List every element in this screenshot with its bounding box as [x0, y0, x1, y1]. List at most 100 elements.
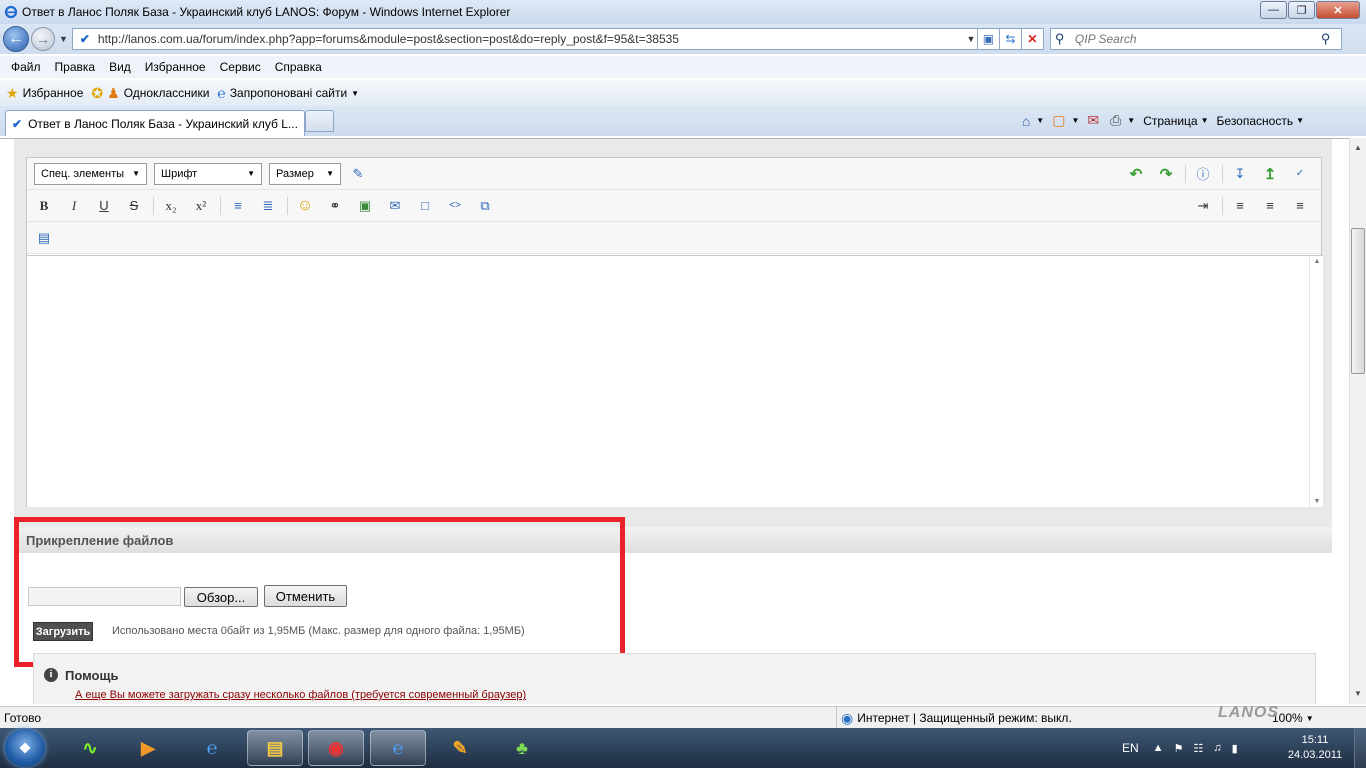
- special-elements-select[interactable]: Спец. элементы ▼: [34, 162, 147, 185]
- search-icon[interactable]: ⚲: [1321, 31, 1341, 47]
- menu-edit[interactable]: Правка: [48, 60, 103, 74]
- code-icon[interactable]: <>: [442, 195, 468, 217]
- message-textarea[interactable]: ▲ ▼: [27, 255, 1323, 507]
- numbered-list-icon[interactable]: ≣: [255, 195, 281, 217]
- scroll-up-icon[interactable]: ▲: [1310, 258, 1324, 265]
- upload-button[interactable]: Загрузить: [33, 622, 93, 641]
- multi-upload-link[interactable]: А еще Вы можете загружать сразу нескольк…: [75, 689, 526, 701]
- home-button[interactable]: ⌂ ▼: [1022, 113, 1044, 129]
- font-select[interactable]: Шрифт ▼: [154, 162, 262, 185]
- link-icon[interactable]: ⚭: [322, 195, 348, 217]
- undo-icon[interactable]: ↶: [1123, 163, 1149, 185]
- scroll-down-icon[interactable]: ▼: [1350, 686, 1366, 702]
- safety-menu[interactable]: Безопасность ▼: [1217, 114, 1304, 128]
- redo-icon[interactable]: ↷: [1153, 163, 1179, 185]
- file-path-input[interactable]: [28, 587, 181, 606]
- editor-area: Спец. элементы ▼ Шрифт ▼ Размер ▼ ✎ ↶ ↷ ⓘ ↧…: [14, 139, 1332, 527]
- window-controls: — ❐ ✕: [1259, 1, 1360, 19]
- favorite-suggested-sites[interactable]: ℮ Запропоновані сайти ▼: [217, 85, 359, 101]
- volume-icon[interactable]: ♫: [1213, 742, 1221, 754]
- taskbar-qip-icon[interactable]: ♣: [494, 730, 550, 766]
- taskbar-ie-active-icon[interactable]: ℮: [370, 730, 426, 766]
- align-left-icon[interactable]: ≡: [1227, 195, 1253, 217]
- underline-icon[interactable]: U: [91, 195, 117, 217]
- favorite-odnoklassniki[interactable]: ✪ ♟ Одноклассники: [91, 85, 209, 102]
- browse-button[interactable]: Обзор...: [184, 587, 258, 607]
- start-button[interactable]: ❖: [5, 729, 45, 767]
- toolbar-divider: [1185, 164, 1186, 183]
- menu-file[interactable]: Файл: [4, 60, 48, 74]
- textarea-scrollbar[interactable]: ▲ ▼: [1309, 256, 1323, 507]
- clock[interactable]: 15:11 24.03.2011: [1280, 733, 1350, 763]
- forward-button[interactable]: →: [31, 27, 55, 51]
- align-center-icon[interactable]: ≡: [1257, 195, 1283, 217]
- scroll-up-icon[interactable]: ▲: [1350, 140, 1366, 156]
- minimize-button[interactable]: —: [1260, 1, 1287, 19]
- align-right-icon[interactable]: ≡: [1287, 195, 1313, 217]
- refresh-icon[interactable]: ⇆: [999, 28, 1022, 50]
- emoticon-icon[interactable]: ☺: [292, 195, 318, 217]
- power-icon[interactable]: ▮: [1232, 742, 1238, 755]
- scroll-down-icon[interactable]: ▼: [1310, 498, 1324, 505]
- taskbar-paint-icon[interactable]: ✎: [432, 730, 488, 766]
- strikethrough-icon[interactable]: S: [121, 195, 147, 217]
- stop-icon[interactable]: ✕: [1021, 28, 1044, 50]
- back-button[interactable]: ←: [3, 26, 29, 52]
- show-hidden-icons-icon[interactable]: ▲: [1153, 742, 1164, 754]
- indent-icon[interactable]: ⇥: [1190, 195, 1216, 217]
- menu-favorites[interactable]: Избранное: [138, 60, 213, 74]
- media-icon[interactable]: ⧉: [472, 195, 498, 217]
- taskbar-explorer-icon[interactable]: ▤: [247, 730, 303, 766]
- source-mode-icon[interactable]: ▤: [31, 227, 57, 249]
- language-indicator[interactable]: EN: [1122, 741, 1139, 755]
- bold-icon[interactable]: B: [31, 195, 57, 217]
- rss-icon: ▢: [1052, 112, 1066, 128]
- restore-draft-icon[interactable]: ↧: [1227, 163, 1253, 185]
- size-select[interactable]: Размер ▼: [269, 162, 341, 185]
- url-text[interactable]: http://lanos.com.ua/forum/index.php?app=…: [98, 32, 965, 46]
- search-input[interactable]: [1074, 32, 1321, 46]
- taskbar-razer-icon[interactable]: ∿: [62, 730, 118, 766]
- new-tab-button[interactable]: [305, 110, 334, 132]
- taskbar-chrome-icon[interactable]: ◉: [308, 730, 364, 766]
- url-field[interactable]: ✔ http://lanos.com.ua/forum/index.php?ap…: [71, 28, 978, 50]
- close-window-button[interactable]: ✕: [1316, 1, 1360, 19]
- taskbar-media-player-icon[interactable]: ▶: [120, 730, 176, 766]
- taskbar-ie-icon[interactable]: ℮: [184, 730, 240, 766]
- help-circle-icon[interactable]: ⓘ: [1190, 163, 1216, 185]
- image-icon[interactable]: ▣: [352, 195, 378, 217]
- favorites-button[interactable]: ★ Избранное: [6, 85, 83, 102]
- printer-icon: ⎙: [1110, 112, 1122, 128]
- security-zone[interactable]: ◉ Интернет | Защищенный режим: выкл.: [836, 707, 1072, 729]
- flag-icon[interactable]: ⚑: [1174, 742, 1184, 755]
- save-draft-icon[interactable]: ↥: [1257, 163, 1283, 185]
- network-icon[interactable]: ☷: [1193, 742, 1203, 755]
- subscript-icon[interactable]: x₂: [158, 195, 184, 217]
- page-menu[interactable]: Страница ▼: [1143, 114, 1208, 128]
- show-desktop-button[interactable]: [1354, 728, 1366, 768]
- bulleted-list-icon[interactable]: ≡: [225, 195, 251, 217]
- superscript-icon[interactable]: x²: [188, 195, 214, 217]
- scroll-thumb[interactable]: [1351, 228, 1365, 374]
- menu-view[interactable]: Вид: [102, 60, 138, 74]
- print-button[interactable]: ⎙ ▼: [1110, 112, 1135, 129]
- toolbar-divider: [1222, 196, 1223, 215]
- menu-help[interactable]: Справка: [268, 60, 329, 74]
- feeds-button[interactable]: ▢ ▼: [1052, 112, 1079, 129]
- remove-format-icon[interactable]: ✎: [345, 163, 371, 185]
- history-dropdown-icon[interactable]: ▼: [59, 34, 68, 44]
- restore-button[interactable]: ❐: [1288, 1, 1315, 19]
- url-dropdown-icon[interactable]: ▼: [965, 34, 977, 44]
- email-icon[interactable]: ✉: [382, 195, 408, 217]
- compatibility-view-icon[interactable]: ▣: [977, 28, 1000, 50]
- mail-button[interactable]: ✉: [1087, 112, 1102, 129]
- tab-active[interactable]: ✔ Ответ в Ланос Поляк База - Украинский …: [5, 110, 305, 136]
- search-box[interactable]: ⚲ ⚲: [1049, 28, 1342, 50]
- page-scrollbar[interactable]: ▲ ▼: [1349, 138, 1366, 704]
- menu-tools[interactable]: Сервис: [213, 60, 268, 74]
- italic-icon[interactable]: I: [61, 195, 87, 217]
- attachment-header: Прикрепление файлов: [14, 527, 1332, 553]
- spellcheck-icon[interactable]: ✓: [1287, 163, 1313, 185]
- quote-icon[interactable]: □: [412, 195, 438, 217]
- cancel-button[interactable]: Отменить: [264, 585, 347, 607]
